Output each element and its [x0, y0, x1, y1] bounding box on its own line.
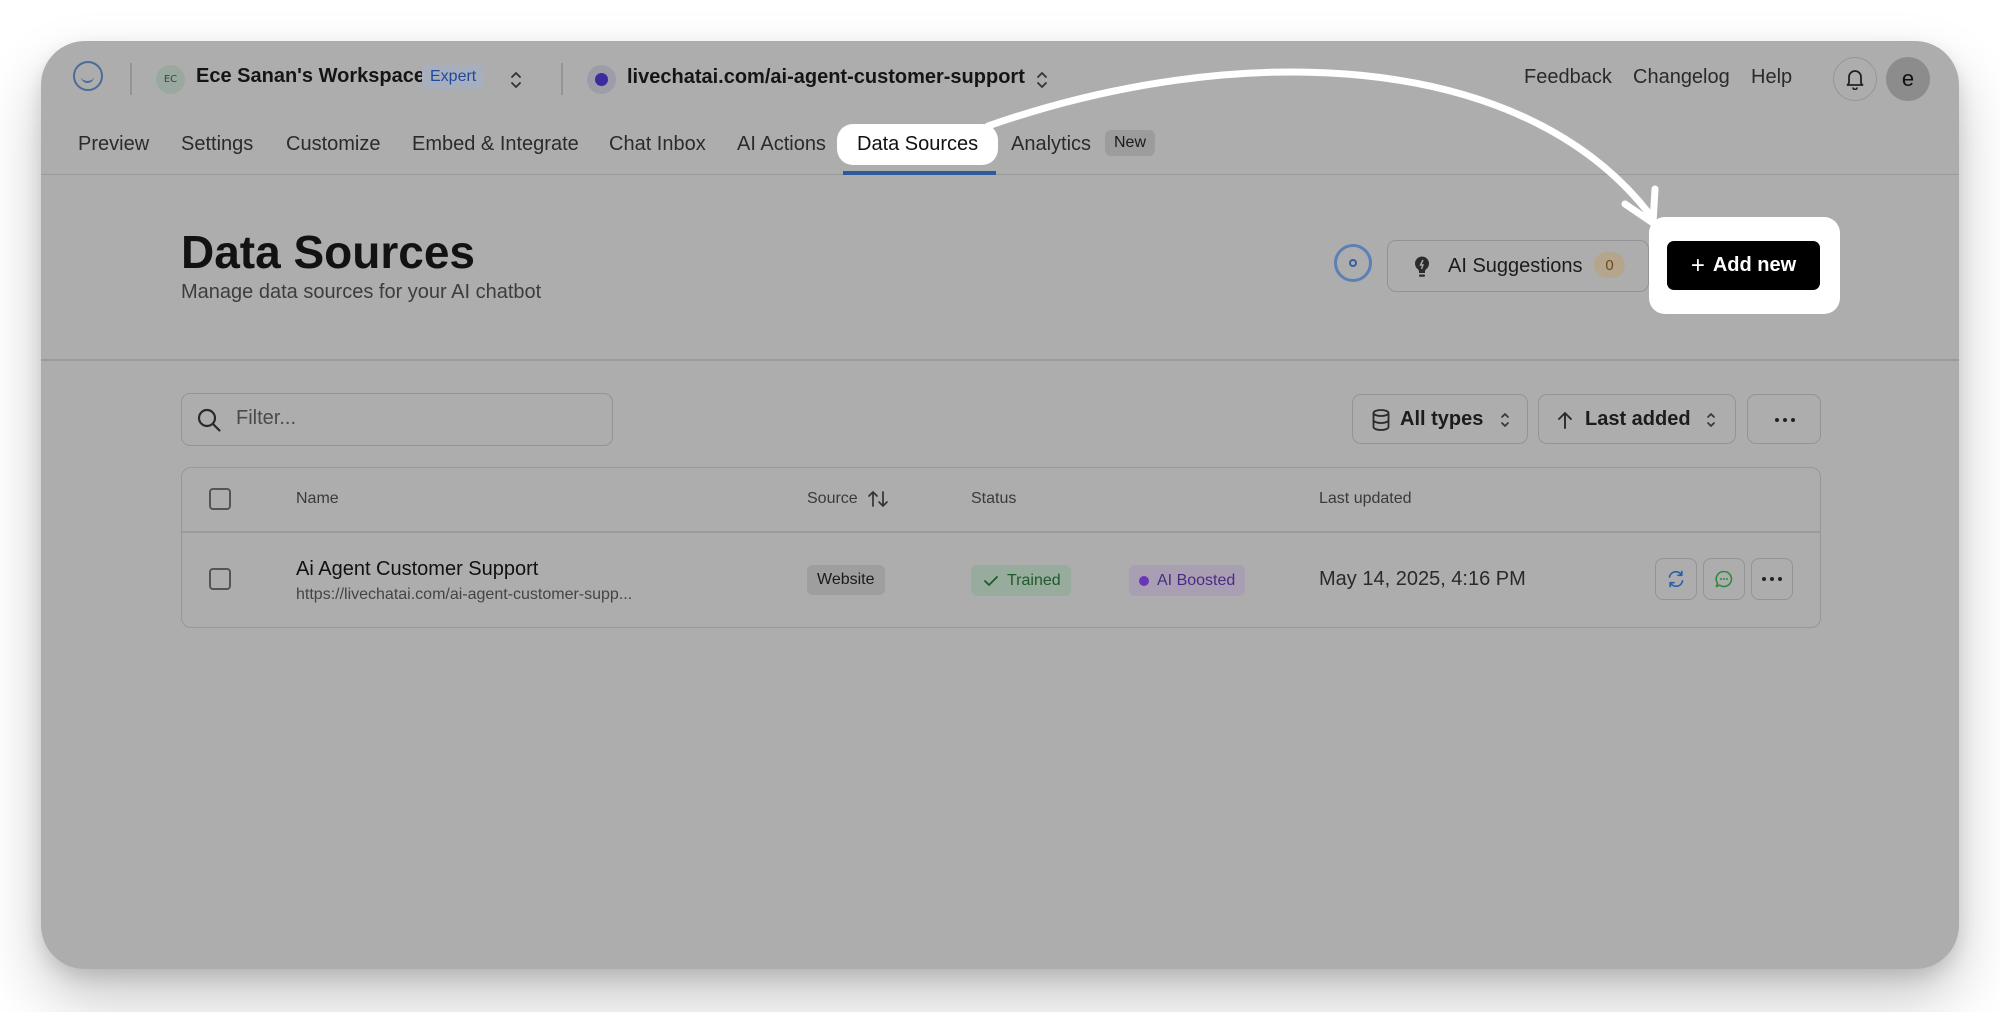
annotation-arrow: [984, 68, 1659, 227]
app-window: EC Ece Sanan's Workspace Expert livechat…: [41, 41, 1959, 969]
